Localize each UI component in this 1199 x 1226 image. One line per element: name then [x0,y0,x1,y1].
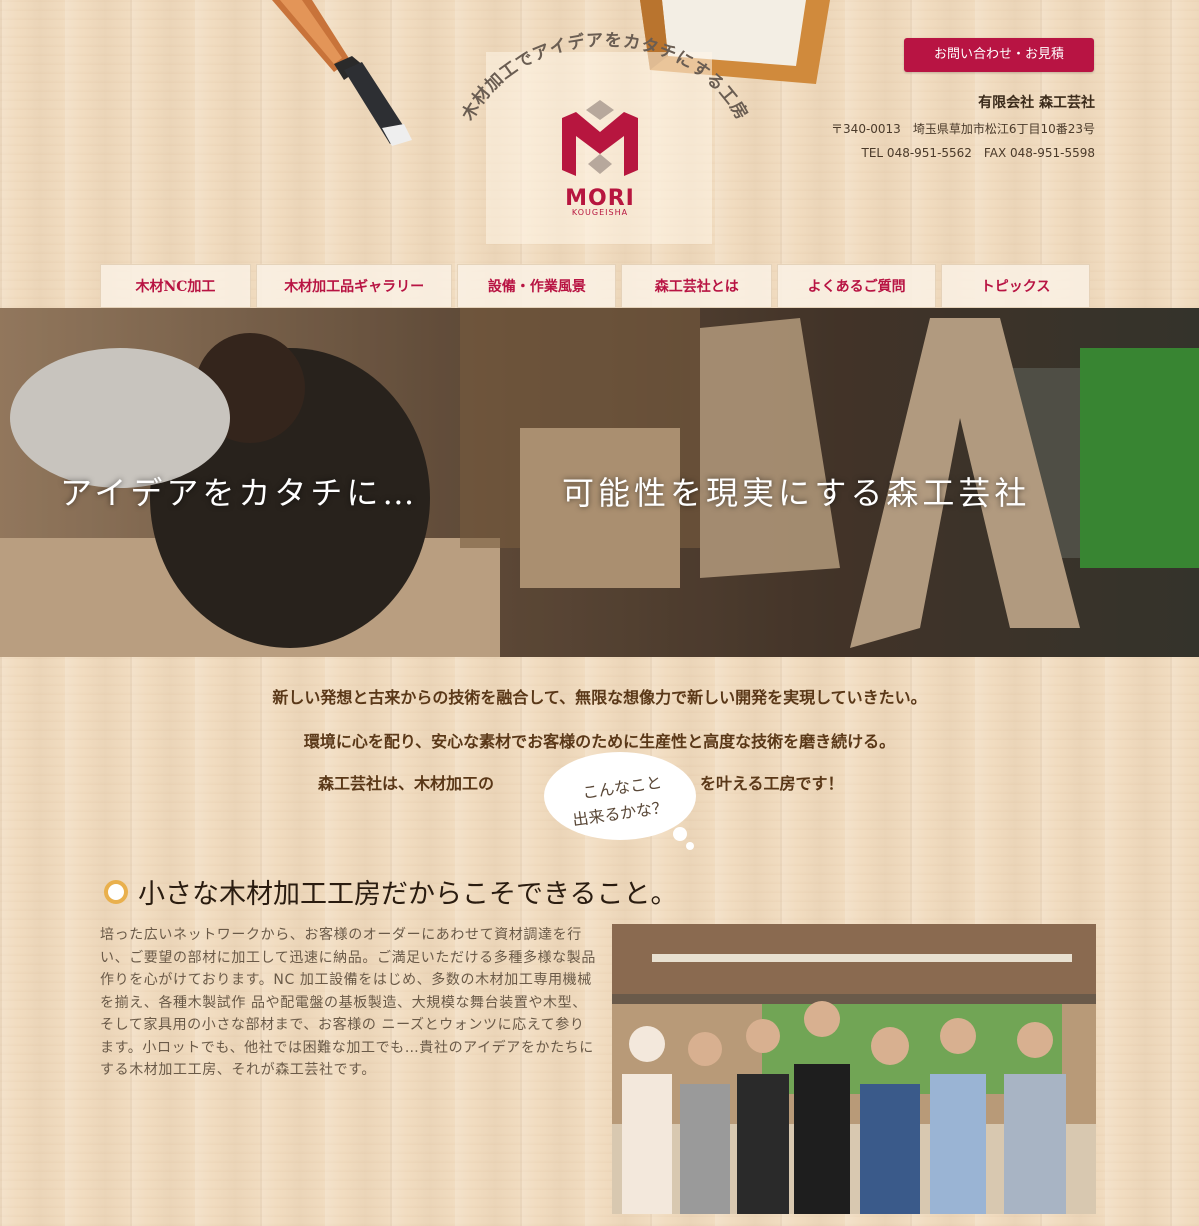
nav-item-about[interactable]: 森工芸社とは [621,264,773,308]
company-phone: TEL 048-951-5562 FAX 048-951-5598 [861,146,1095,160]
bullet-circle-icon [104,879,128,904]
main-nav: 木材NC加工 木材加工品ギャラリー 設備・作業風景 森工芸社とは よくあるご質問… [100,264,1090,308]
contact-button[interactable]: お問い合わせ・お見積 [904,38,1094,72]
chisel-image [272,0,412,146]
section-body: 培った広いネットワークから、お客様のオーダーにあわせて資材調達を行い、ご要望の部… [100,927,596,1078]
section-title-text: 小さな木材加工工房だからこそできること。 [138,879,678,910]
nav-item-nc[interactable]: 木材NC加工 [100,264,251,308]
intro-line-3-after: を叶える工房です！ [700,774,844,793]
company-address: 〒340-0013 埼玉県草加市松江6丁目10番23号 [831,122,1095,136]
intro-line-1: 新しい発想と古来からの技術を融合して、無限な想像力で新しい開発を実現していきたい… [272,688,927,707]
intro-line-3-before: 森工芸社は、木材加工の [318,774,495,793]
company-name: 有限会社 森工芸社 [978,95,1095,111]
team-photo [612,924,1096,1214]
nav-item-topics[interactable]: トピックス [941,264,1090,308]
nav-item-facility[interactable]: 設備・作業風景 [457,264,617,308]
hero-caption-right: 可能性を現実にする森工芸社 [562,474,1031,512]
logo-mark-icon [562,100,638,176]
nav-item-faq[interactable]: よくあるご質問 [777,264,937,308]
nav-item-gallery[interactable]: 木材加工品ギャラリー [255,264,453,308]
section-title: 小さな木材加工工房だからこそできること。 [104,872,677,911]
hero-caption-left: アイデアをカタチに… [60,474,419,512]
logo-subtext: KOUGEISHA [571,208,629,217]
